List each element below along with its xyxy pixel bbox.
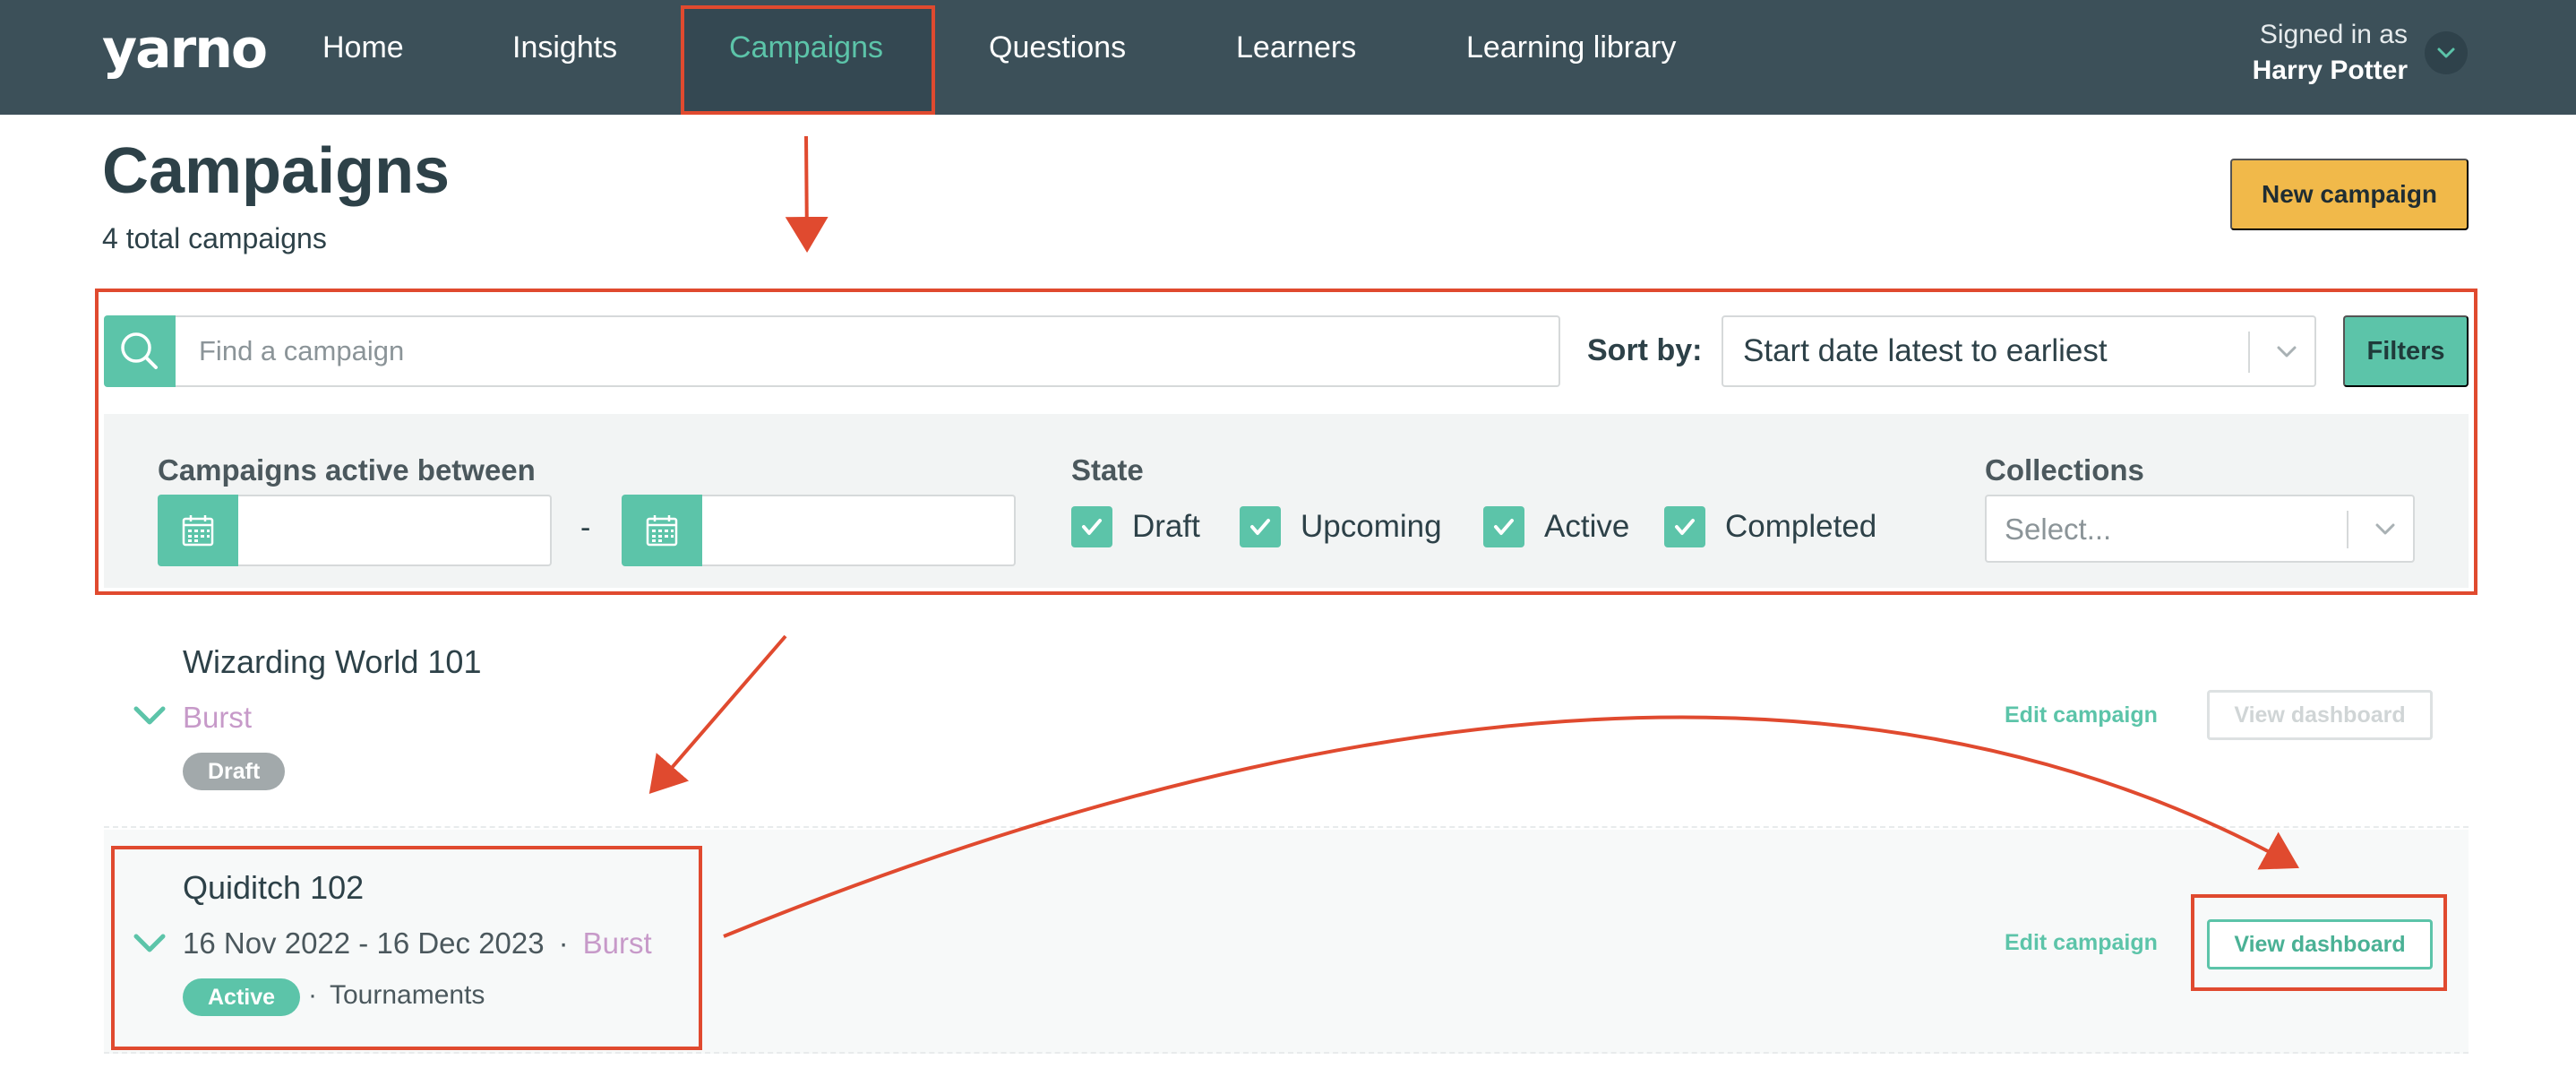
state-label-active: Active [1544,509,1630,544]
campaign-row: Wizarding World 101 Burst Draft Edit cam… [104,622,2469,828]
nav-learning-library[interactable]: Learning library [1466,30,1676,65]
calendar-icon [646,515,678,547]
date-range-label: Campaigns active between [158,453,536,487]
state-checkbox-active[interactable]: Active [1483,504,1629,550]
campaign-type: Burst [183,701,253,734]
campaign-name[interactable]: Quiditch 102 [183,869,364,907]
campaign-collection: · Tournaments [308,980,485,1011]
chevron-down-icon [2375,523,2395,535]
view-dashboard-button[interactable]: View dashboard [2207,919,2433,969]
nav-campaigns[interactable]: Campaigns [729,30,883,65]
nav-home[interactable]: Home [322,30,404,65]
state-label: State [1071,453,1144,487]
nav-insights[interactable]: Insights [512,30,617,65]
end-date-picker-button[interactable] [622,495,702,566]
check-icon [1071,506,1112,547]
view-dashboard-button[interactable]: View dashboard [2207,690,2433,740]
campaign-count: 4 total campaigns [102,222,327,254]
search-input[interactable] [176,315,1560,387]
state-checkbox-draft[interactable]: Draft [1071,504,1200,550]
campaign-name[interactable]: Wizarding World 101 [183,643,481,681]
edit-campaign-link[interactable]: Edit campaign [2005,930,2158,956]
campaign-row: Quiditch 102 16 Nov 2022 - 16 Dec 2023 · B… [104,830,2469,1054]
search-icon [121,332,158,369]
yarno-logo[interactable]: yarno [102,18,268,81]
collection-name: Tournaments [330,980,485,1010]
collections-dropdown[interactable]: Select... [1985,495,2415,563]
sort-dropdown[interactable]: Start date latest to earliest [1722,315,2316,387]
user-menu-toggle[interactable] [2425,31,2468,74]
chevron-down-icon[interactable] [129,928,170,959]
status-badge: Active [183,978,301,1016]
state-label-upcoming: Upcoming [1301,509,1442,544]
collections-label: Collections [1985,453,2144,487]
new-campaign-button[interactable]: New campaign [2230,159,2469,230]
nav-learners[interactable]: Learners [1236,30,1356,65]
signed-in-label: Signed in as [2259,20,2408,49]
check-icon [1240,506,1281,547]
state-label-completed: Completed [1725,509,1877,544]
top-navigation: yarno Home Insights Campaigns Questions … [0,0,2576,115]
date-separator: - [580,511,591,545]
check-icon [1664,506,1705,547]
meta-separator: · [308,980,317,1010]
check-icon [1483,506,1524,547]
chevron-down-icon [2277,346,2297,358]
state-checkbox-upcoming[interactable]: Upcoming [1240,504,1442,550]
collections-placeholder: Select... [2005,513,2112,546]
end-date-input[interactable] [702,495,1016,566]
status-badge: Draft [183,753,286,790]
search-button[interactable] [104,315,176,387]
user-name: Harry Potter [2252,56,2408,85]
campaign-dates: 16 Nov 2022 - 16 Dec 2023 [183,926,545,960]
campaign-meta: 16 Nov 2022 - 16 Dec 2023 · Burst [183,926,652,961]
chevron-down-icon[interactable] [129,701,170,731]
meta-separator: · [558,926,569,960]
dropdown-divider [2347,511,2348,548]
campaign-type: Burst [582,926,652,960]
state-checkbox-completed[interactable]: Completed [1664,504,1876,550]
edit-campaign-link[interactable]: Edit campaign [2005,702,2158,728]
dropdown-divider [2248,332,2250,373]
filter-panel: Campaigns active between - State Draft U… [104,414,2469,588]
chevron-down-icon [2437,47,2455,58]
start-date-input[interactable] [238,495,552,566]
sort-label: Sort by: [1587,333,1703,367]
start-date-picker-button[interactable] [158,495,238,566]
annotation-arrow [785,135,829,253]
filters-button[interactable]: Filters [2343,315,2469,387]
state-label-draft: Draft [1132,509,1200,544]
sort-value: Start date latest to earliest [1743,333,2108,368]
calendar-icon [182,515,214,547]
page-title: Campaigns [102,135,451,207]
nav-questions[interactable]: Questions [989,30,1126,65]
campaign-meta: Burst [183,701,252,735]
